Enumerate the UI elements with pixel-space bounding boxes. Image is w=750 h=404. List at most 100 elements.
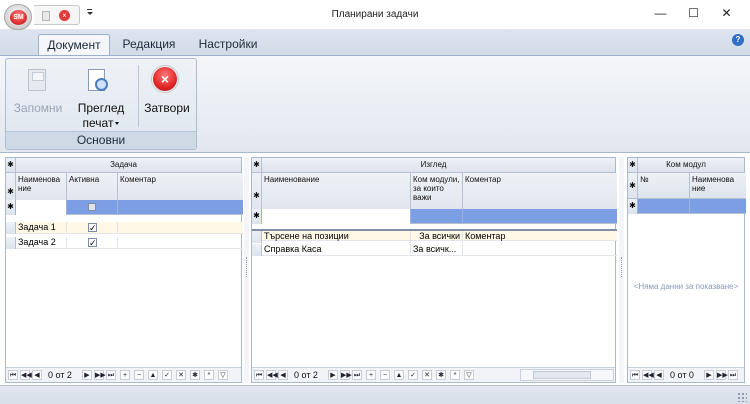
column-header-number[interactable]: № (638, 173, 690, 199)
table-row[interactable]: Задача 1 ✓ (6, 222, 243, 234)
filter-name-input[interactable] (690, 199, 746, 214)
active-checkbox[interactable]: ✓ (88, 223, 97, 233)
save-icon (28, 69, 46, 91)
tasks-grid: ✱ Задача ✱ Наименова ние Активна Комента… (5, 157, 243, 383)
nav-last-button[interactable]: ⏭ (106, 370, 116, 380)
nav-refresh-button[interactable]: ✱ (190, 370, 200, 380)
splitter-left[interactable] (244, 157, 249, 383)
module-group-title: Ком модул (666, 160, 706, 169)
row-indicator[interactable] (252, 231, 262, 243)
nav-bookmark-button[interactable]: * (204, 370, 214, 380)
nav-next-page-button[interactable]: ▶▶ (94, 370, 106, 380)
nav-filter-button[interactable]: ▽ (464, 370, 474, 380)
cell-active[interactable]: ✓ (67, 222, 118, 234)
nav-next-button[interactable]: ▶ (82, 370, 92, 380)
nav-prev-button[interactable]: ◀ (32, 370, 42, 380)
filter-comment-input[interactable] (463, 209, 617, 224)
print-preview-button[interactable]: Преглед печат (71, 63, 131, 131)
filter-row[interactable]: ✱ (6, 200, 243, 215)
nav-first-button[interactable]: ⏮ (254, 370, 264, 380)
nav-prev-button[interactable]: ◀ (654, 370, 664, 380)
table-row[interactable]: Търсене на позиции За всички Коментар (252, 229, 617, 243)
active-checkbox[interactable]: ✓ (88, 238, 97, 248)
nav-prev-page-button[interactable]: ◀◀ (642, 370, 654, 380)
tab-settings[interactable]: Настройки (192, 34, 264, 56)
nav-first-button[interactable]: ⏮ (8, 370, 18, 380)
nav-cancel-button[interactable]: ✕ (422, 370, 432, 380)
nav-append-button[interactable]: + (120, 370, 130, 380)
grid-menu-icon[interactable]: ✱ (6, 158, 16, 172)
nav-remove-button[interactable]: − (380, 370, 390, 380)
cell-active[interactable]: ✓ (67, 237, 118, 249)
filter-number-input[interactable] (638, 199, 690, 214)
cell-name[interactable]: Търсене на позиции (262, 231, 411, 243)
nav-last-button[interactable]: ⏭ (352, 370, 362, 380)
filter-name-input[interactable] (16, 200, 67, 215)
nav-next-page-button[interactable]: ▶▶ (716, 370, 728, 380)
cell-name[interactable]: Задача 2 (16, 237, 67, 249)
nav-post-button[interactable]: ✓ (408, 370, 418, 380)
cell-name[interactable]: Справка Каса (262, 244, 411, 256)
print-preview-label-line1: Преглед (77, 101, 125, 115)
table-row[interactable]: Задача 2 ✓ (6, 237, 243, 249)
nav-cancel-button[interactable]: ✕ (176, 370, 186, 380)
scrollbar-thumb[interactable] (533, 371, 591, 379)
nav-next-page-button[interactable]: ▶▶ (340, 370, 352, 380)
nav-last-button[interactable]: ⏭ (728, 370, 738, 380)
cell-comment[interactable] (118, 237, 243, 249)
ribbon-group-label: Основни (6, 131, 196, 149)
maximize-button[interactable]: ☐ (676, 0, 711, 28)
window-title: Планирани задачи (331, 9, 419, 20)
filter-comment-input[interactable] (118, 200, 243, 215)
tab-edit[interactable]: Редакция (116, 34, 182, 56)
nav-position-text: 0 от 2 (294, 370, 318, 380)
filter-name-input[interactable] (262, 209, 411, 224)
horizontal-scrollbar[interactable] (520, 369, 614, 381)
nav-next-button[interactable]: ▶ (328, 370, 338, 380)
nav-next-button[interactable]: ▶ (704, 370, 714, 380)
nav-edit-button[interactable]: ▲ (394, 370, 404, 380)
tab-document[interactable]: Документ (38, 34, 110, 56)
save-button[interactable]: Запомни (9, 63, 67, 131)
nav-refresh-button[interactable]: ✱ (436, 370, 446, 380)
row-indicator[interactable] (252, 244, 262, 256)
filter-row[interactable]: ✱ (252, 209, 617, 224)
row-indicator[interactable] (6, 237, 16, 249)
nav-prev-page-button[interactable]: ◀◀ (266, 370, 278, 380)
row-indicator[interactable] (6, 222, 16, 234)
nav-append-button[interactable]: + (366, 370, 376, 380)
minimize-button[interactable]: — (643, 0, 678, 28)
nav-remove-button[interactable]: − (134, 370, 144, 380)
view-group-title: Изглед (420, 160, 447, 169)
grid-menu-icon[interactable]: ✱ (252, 158, 262, 172)
view-grid: ✱ Изглед ✱ Наименование Ком модули, за к… (251, 157, 617, 383)
close-window-button[interactable]: ✕ (709, 0, 744, 28)
ribbon-separator (138, 65, 139, 127)
nav-prev-button[interactable]: ◀ (278, 370, 288, 380)
nav-filter-button[interactable]: ▽ (218, 370, 228, 380)
cell-modules[interactable]: За всички (411, 231, 463, 243)
ribbon-group-basic: Запомни Преглед печат × Затвори Основни (5, 58, 197, 150)
cell-comment[interactable] (118, 222, 243, 234)
cell-comment[interactable]: Коментар (463, 231, 617, 243)
nav-bookmark-button[interactable]: * (450, 370, 460, 380)
nav-first-button[interactable]: ⏮ (630, 370, 640, 380)
resize-grip-icon[interactable] (737, 392, 747, 402)
grid-menu-icon[interactable]: ✱ (628, 158, 638, 172)
cell-modules[interactable]: За всичк... (411, 244, 463, 256)
column-header-name[interactable]: Наименова ние (690, 173, 746, 199)
nav-prev-page-button[interactable]: ◀◀ (20, 370, 32, 380)
nav-post-button[interactable]: ✓ (162, 370, 172, 380)
close-button[interactable]: × Затвори (140, 63, 194, 131)
filter-modules-input[interactable] (411, 209, 463, 224)
filter-active-checkbox[interactable] (88, 203, 96, 211)
row-indicator-header[interactable]: ✱ (628, 173, 638, 199)
splitter-right[interactable] (619, 157, 624, 383)
filter-active-cell[interactable] (67, 200, 118, 215)
help-icon[interactable]: ? (732, 34, 744, 46)
filter-row[interactable]: ✱ (628, 199, 746, 214)
nav-edit-button[interactable]: ▲ (148, 370, 158, 380)
table-row[interactable]: Справка Каса За всичк... (252, 244, 617, 256)
cell-comment[interactable] (463, 244, 617, 256)
cell-name[interactable]: Задача 1 (16, 222, 67, 234)
